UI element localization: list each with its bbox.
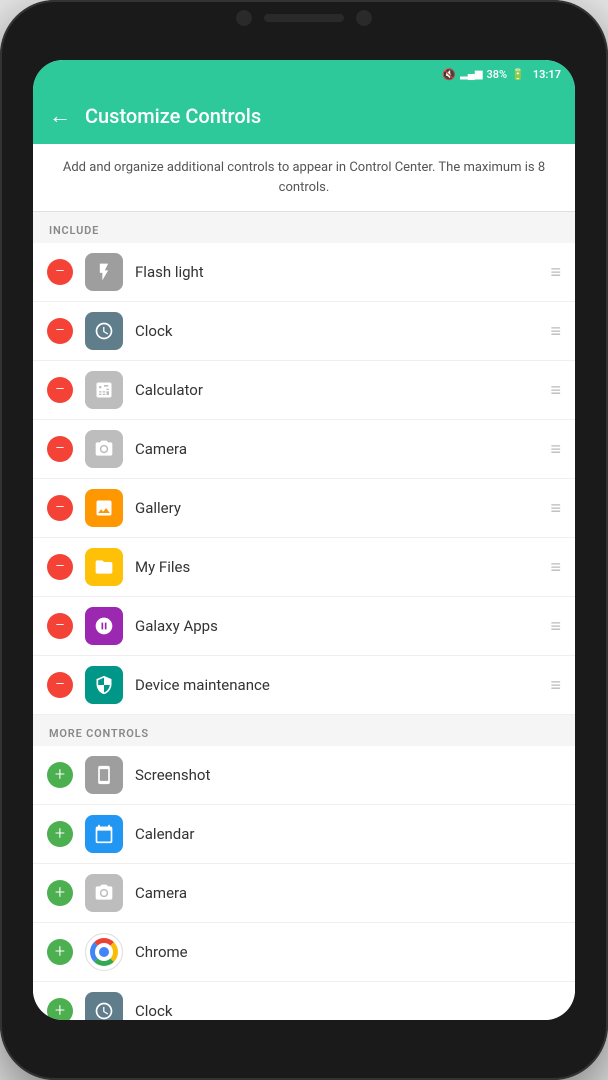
list-item: − My Files ≡ — [33, 538, 575, 597]
speaker — [264, 14, 344, 22]
front-camera — [236, 10, 252, 26]
camera2-icon — [85, 874, 123, 912]
remove-devmaint-button[interactable]: − — [47, 672, 73, 698]
list-item: − Flash light ≡ — [33, 243, 575, 302]
mute-icon: 🔇 — [442, 68, 456, 81]
galaxyapps-icon — [85, 607, 123, 645]
list-item: − Calculator ≡ — [33, 361, 575, 420]
devicemaint-label: Device maintenance — [135, 676, 538, 694]
status-bar: 🔇 ▂▄▆ 38% 🔋 13:17 — [33, 60, 575, 88]
list-item: + Screenshot — [33, 746, 575, 805]
add-camera2-button[interactable]: + — [47, 880, 73, 906]
remove-clock-button[interactable]: − — [47, 318, 73, 344]
screenshot-icon — [85, 756, 123, 794]
remove-camera-button[interactable]: − — [47, 436, 73, 462]
page-title: Customize Controls — [85, 104, 261, 128]
camera-icon — [85, 430, 123, 468]
gallery-label: Gallery — [135, 499, 538, 517]
calendar-icon — [85, 815, 123, 853]
camera2-label: Camera — [135, 884, 561, 902]
add-screenshot-button[interactable]: + — [47, 762, 73, 788]
clock2-icon — [85, 992, 123, 1020]
myfiles-label: My Files — [135, 558, 538, 576]
phone-screen: 🔇 ▂▄▆ 38% 🔋 13:17 ← Customize Controls A… — [33, 60, 575, 1020]
list-item: − Galaxy Apps ≡ — [33, 597, 575, 656]
include-section-label: INCLUDE — [33, 212, 575, 243]
notch-area — [0, 10, 608, 26]
phone-frame: 🔇 ▂▄▆ 38% 🔋 13:17 ← Customize Controls A… — [0, 0, 608, 1080]
clock-icon — [85, 312, 123, 350]
screenshot-label: Screenshot — [135, 766, 561, 784]
status-icons: 🔇 ▂▄▆ 38% 🔋 13:17 — [442, 68, 561, 81]
clock2-label: Clock — [135, 1002, 561, 1020]
list-item: + Camera — [33, 864, 575, 923]
more-controls-section-label: MORE CONTROLS — [33, 715, 575, 746]
drag-handle-flashlight[interactable]: ≡ — [550, 262, 561, 283]
list-item: + Chrome — [33, 923, 575, 982]
devicemaint-icon — [85, 666, 123, 704]
flashlight-label: Flash light — [135, 263, 538, 281]
list-item: − Camera ≡ — [33, 420, 575, 479]
time-display: 13:17 — [533, 68, 561, 81]
content-scroll[interactable]: INCLUDE − Flash light ≡ − Clock ≡ — [33, 212, 575, 1020]
calculator-label: Calculator — [135, 381, 538, 399]
drag-handle-clock[interactable]: ≡ — [550, 321, 561, 342]
calculator-icon — [85, 371, 123, 409]
sensor — [356, 10, 372, 26]
add-calendar-button[interactable]: + — [47, 821, 73, 847]
myfiles-icon — [85, 548, 123, 586]
battery-text: 38% — [487, 68, 508, 81]
description-text: Add and organize additional controls to … — [33, 144, 575, 212]
header: ← Customize Controls — [33, 88, 575, 144]
clock-label: Clock — [135, 322, 538, 340]
calendar-label: Calendar — [135, 825, 561, 843]
remove-gallery-button[interactable]: − — [47, 495, 73, 521]
list-item: + Calendar — [33, 805, 575, 864]
back-button[interactable]: ← — [49, 103, 71, 129]
drag-handle-gallery[interactable]: ≡ — [550, 498, 561, 519]
drag-handle-camera[interactable]: ≡ — [550, 439, 561, 460]
drag-handle-myfiles[interactable]: ≡ — [550, 557, 561, 578]
chrome-label: Chrome — [135, 943, 561, 961]
remove-galaxyapps-button[interactable]: − — [47, 613, 73, 639]
drag-handle-galaxyapps[interactable]: ≡ — [550, 616, 561, 637]
remove-calculator-button[interactable]: − — [47, 377, 73, 403]
list-item: − Gallery ≡ — [33, 479, 575, 538]
battery-icon: 🔋 — [511, 68, 525, 81]
drag-handle-devmaint[interactable]: ≡ — [550, 675, 561, 696]
drag-handle-calculator[interactable]: ≡ — [550, 380, 561, 401]
camera-include-label: Camera — [135, 440, 538, 458]
signal-icon: ▂▄▆ — [460, 69, 482, 80]
gallery-icon — [85, 489, 123, 527]
add-clock2-button[interactable]: + — [47, 998, 73, 1020]
chrome-icon — [85, 933, 123, 971]
list-item: + Clock — [33, 982, 575, 1020]
list-item: − Clock ≡ — [33, 302, 575, 361]
galaxyapps-label: Galaxy Apps — [135, 617, 538, 635]
list-item: − Device maintenance ≡ — [33, 656, 575, 715]
remove-myfiles-button[interactable]: − — [47, 554, 73, 580]
flashlight-icon — [85, 253, 123, 291]
add-chrome-button[interactable]: + — [47, 939, 73, 965]
remove-flashlight-button[interactable]: − — [47, 259, 73, 285]
